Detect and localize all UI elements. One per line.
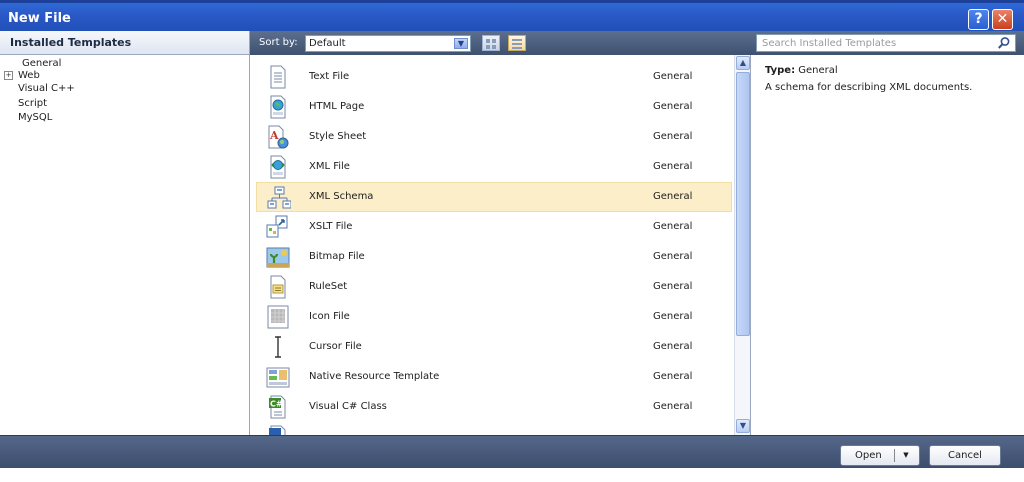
template-row[interactable]: Bitmap File General [256,242,732,272]
tree-item-general[interactable]: General [22,58,61,69]
sort-by-label: Sort by: [259,37,298,48]
sort-by-dropdown[interactable]: Default ▼ [305,35,471,52]
open-button-label: Open [855,450,882,461]
csharp-class-icon: C# [269,395,286,419]
template-name: Cursor File [309,341,362,352]
open-button[interactable]: Open ▼ [840,445,920,466]
xml-file-icon [270,155,286,179]
scroll-down-icon[interactable]: ▼ [736,419,750,433]
template-row[interactable]: Icon File General [256,302,732,332]
scroll-thumb[interactable] [736,72,750,336]
template-name: XML File [309,161,350,172]
templates-header: Installed Templates [0,31,250,55]
medium-icons-view-button[interactable] [482,35,500,51]
template-name: Style Sheet [309,131,367,142]
ruleset-icon [270,275,286,299]
template-row[interactable]: Cursor File General [256,332,732,362]
details-view-button[interactable] [508,35,526,51]
template-name: HTML Page [309,101,365,112]
template-category: General [653,221,693,232]
template-category: General [653,131,693,142]
template-name: RuleSet [309,281,348,292]
template-name: XML Schema [309,191,374,202]
text-file-icon [270,65,286,89]
tree-item-visual-cpp[interactable]: Visual C++ [18,83,75,94]
installed-templates-title: Installed Templates [10,36,132,49]
template-name: Bitmap File [309,251,365,262]
template-category: General [653,101,693,112]
type-value: General [798,65,838,76]
template-list: Text File General HTML Page General A St… [251,55,734,435]
icon-file-icon [267,305,289,329]
template-name: Native Resource Template [309,371,440,382]
search-header [750,31,1024,55]
template-list-scrollbar[interactable]: ▲ ▼ [734,55,750,435]
scroll-up-icon[interactable]: ▲ [736,56,750,70]
template-row[interactable]: Text File General [256,62,732,92]
bitmap-file-icon [266,247,290,268]
search-icon[interactable] [997,36,1011,50]
close-button[interactable]: ✕ [992,9,1013,30]
template-row[interactable]: C# Visual C# Class General [256,392,732,422]
help-button[interactable]: ? [968,9,989,30]
xslt-file-icon [266,215,288,238]
list-toolbar: Sort by: Default ▼ [250,31,750,55]
template-name: Icon File [309,311,350,322]
dialog-title: New File [8,11,71,26]
tree-item-script[interactable]: Script [18,98,47,109]
template-row[interactable]: XSLT File General [256,212,732,242]
template-category: General [653,341,693,352]
vb-class-icon [269,425,286,435]
template-row[interactable]: A Style Sheet General [256,122,732,152]
style-sheet-icon: A [268,125,289,149]
tree-item-web[interactable]: Web [18,70,40,81]
split-divider [894,449,895,462]
window-bottom-edge [0,468,1024,482]
template-name: XSLT File [309,221,353,232]
template-row[interactable]: RuleSet General [256,272,732,302]
templates-tree: General + Web Visual C++ Script MySQL [0,55,250,435]
template-row-selected[interactable]: XML Schema General [256,182,732,212]
title-bar: New File ? ✕ [0,0,1024,31]
template-row-partial[interactable] [256,422,732,435]
xml-schema-icon [267,186,291,209]
svg-text:A: A [269,129,279,142]
cancel-button[interactable]: Cancel [929,445,1001,466]
template-category: General [653,161,693,172]
template-name: Visual C# Class [309,401,387,412]
template-name: Text File [309,71,350,82]
chevron-down-icon[interactable]: ▼ [454,38,468,49]
template-category: General [653,191,693,202]
expand-icon[interactable]: + [4,71,13,80]
svg-text:C#: C# [270,400,283,409]
template-description: A schema for describing XML documents. [765,82,973,93]
template-category: General [653,401,693,412]
template-details: Type: General A schema for describing XM… [750,55,1024,435]
grid-icon [486,39,490,43]
chevron-down-icon[interactable]: ▼ [899,446,913,465]
template-category: General [653,281,693,292]
type-label: Type: [765,65,796,76]
search-box [756,34,1016,52]
native-resource-icon [266,367,290,388]
template-category: General [653,251,693,262]
list-icon [512,39,522,41]
cursor-file-icon [275,336,281,358]
search-input[interactable] [757,35,987,51]
template-row[interactable]: Native Resource Template General [256,362,732,392]
template-row[interactable]: HTML Page General [256,92,732,122]
tree-item-mysql[interactable]: MySQL [18,112,52,123]
template-category: General [653,371,693,382]
template-type: Type: General [765,65,838,76]
template-row[interactable]: XML File General [256,152,732,182]
html-page-icon [270,95,286,119]
sort-by-value: Default [309,38,346,49]
template-category: General [653,311,693,322]
template-category: General [653,71,693,82]
dialog-footer: Open ▼ Cancel [0,435,1024,468]
